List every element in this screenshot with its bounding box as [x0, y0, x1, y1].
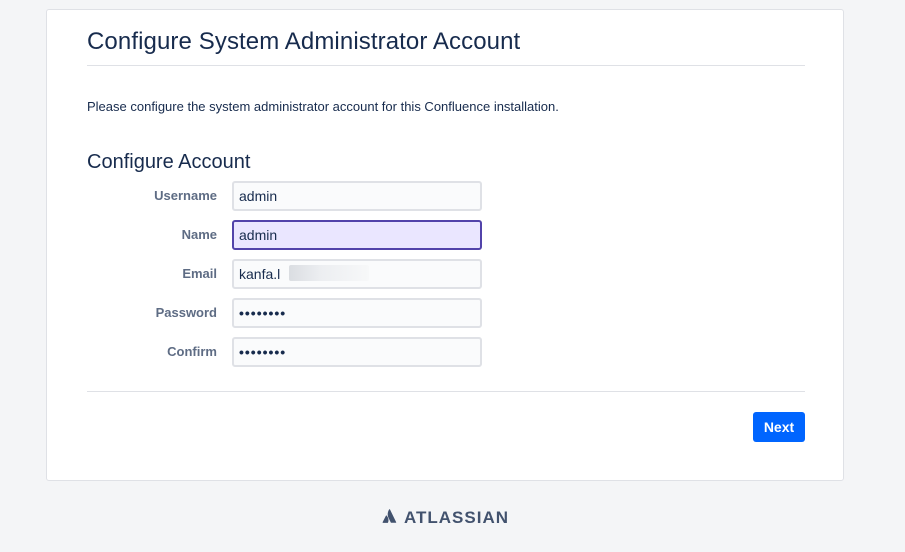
confirm-row: Confirm	[47, 337, 547, 367]
redaction-blur	[289, 265, 369, 281]
email-label: Email	[182, 266, 217, 281]
username-input[interactable]	[232, 181, 482, 211]
actions-divider	[87, 391, 805, 392]
next-button[interactable]: Next	[753, 412, 805, 442]
name-label: Name	[181, 227, 217, 242]
name-input[interactable]	[232, 220, 482, 250]
name-row: Name	[47, 220, 547, 250]
title-divider	[87, 65, 805, 66]
setup-card: Configure System Administrator Account P…	[46, 9, 844, 481]
page-title: Configure System Administrator Account	[87, 28, 521, 55]
confirm-password-input[interactable]	[232, 337, 482, 367]
password-label: Password	[155, 305, 217, 320]
password-input[interactable]	[232, 298, 482, 328]
password-row: Password	[47, 298, 547, 328]
section-title: Configure Account	[87, 151, 251, 173]
intro-text: Please configure the system administrato…	[87, 99, 559, 114]
username-label: Username	[154, 188, 217, 203]
email-row: Email	[47, 259, 547, 289]
username-row: Username	[47, 181, 547, 211]
atlassian-logo-icon	[382, 508, 398, 529]
atlassian-footer: ATLASSIAN	[382, 508, 509, 528]
atlassian-brand-text: ATLASSIAN	[404, 508, 510, 527]
confirm-label: Confirm	[167, 344, 217, 359]
